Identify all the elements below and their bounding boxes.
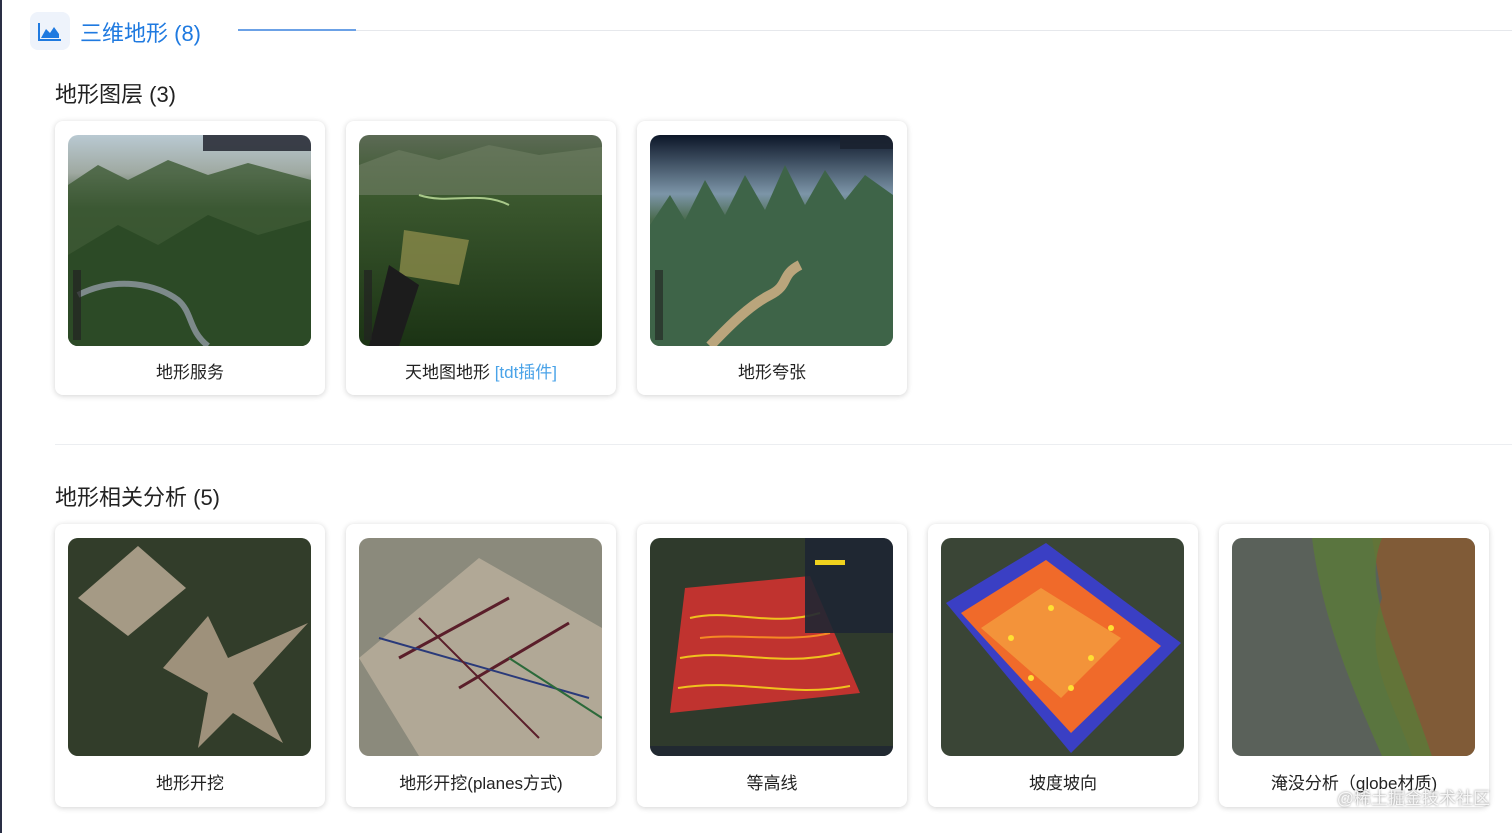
card-title: 地形开挖 [156, 774, 224, 793]
card-label: 坡度坡向 [928, 769, 1198, 794]
card-flood-analysis[interactable]: 淹没分析（globe材质) [1219, 524, 1489, 807]
group-divider [55, 444, 1512, 445]
card-terrain-excavation-planes[interactable]: 地形开挖(planes方式) [346, 524, 616, 807]
section-title: 三维地形 (8) [80, 21, 202, 46]
thumbnail-image [359, 135, 602, 346]
card-tianditu-terrain[interactable]: 天地图地形 [tdt插件] [346, 121, 616, 395]
window-left-edge [0, 0, 2, 833]
header-divider [238, 30, 1512, 31]
thumbnail-image [650, 538, 893, 756]
card-label: 地形开挖 [55, 769, 325, 794]
thumbnail-image [359, 538, 602, 756]
thumbnail-image [650, 135, 893, 346]
card-title: 地形服务 [156, 363, 224, 382]
card-terrain-excavation[interactable]: 地形开挖 [55, 524, 325, 807]
area-chart-icon [30, 12, 70, 50]
plugin-tag: [tdt插件] [494, 363, 558, 382]
thumbnail-image [941, 538, 1184, 756]
thumbnail-image [68, 135, 311, 346]
card-title: 等高线 [746, 774, 798, 793]
watermark: @稀土掘金技术社区 [1336, 789, 1490, 808]
card-contour-lines[interactable]: 等高线 [637, 524, 907, 807]
group-title-terrain-analysis: 地形相关分析 (5) [55, 485, 221, 510]
header-divider-accent [238, 29, 356, 31]
card-terrain-exaggeration[interactable]: 地形夸张 [637, 121, 907, 395]
card-title: 地形夸张 [738, 363, 806, 382]
group-title-terrain-layers: 地形图层 (3) [55, 82, 177, 107]
card-slope-aspect[interactable]: 坡度坡向 [928, 524, 1198, 807]
card-terrain-service[interactable]: 地形服务 [55, 121, 325, 395]
card-label: 地形开挖(planes方式) [346, 769, 616, 794]
section-header: 三维地形 (8) [30, 12, 1512, 52]
thumbnail-image [68, 538, 311, 756]
card-label: 等高线 [637, 769, 907, 794]
card-title: 天地图地形 [404, 363, 490, 382]
card-label: 天地图地形 [tdt插件] [346, 358, 616, 383]
thumbnail-image [1232, 538, 1475, 756]
card-title: 坡度坡向 [1029, 774, 1097, 793]
card-title: 地形开挖(planes方式) [399, 774, 563, 793]
card-label: 地形夸张 [637, 358, 907, 383]
card-label: 地形服务 [55, 358, 325, 383]
